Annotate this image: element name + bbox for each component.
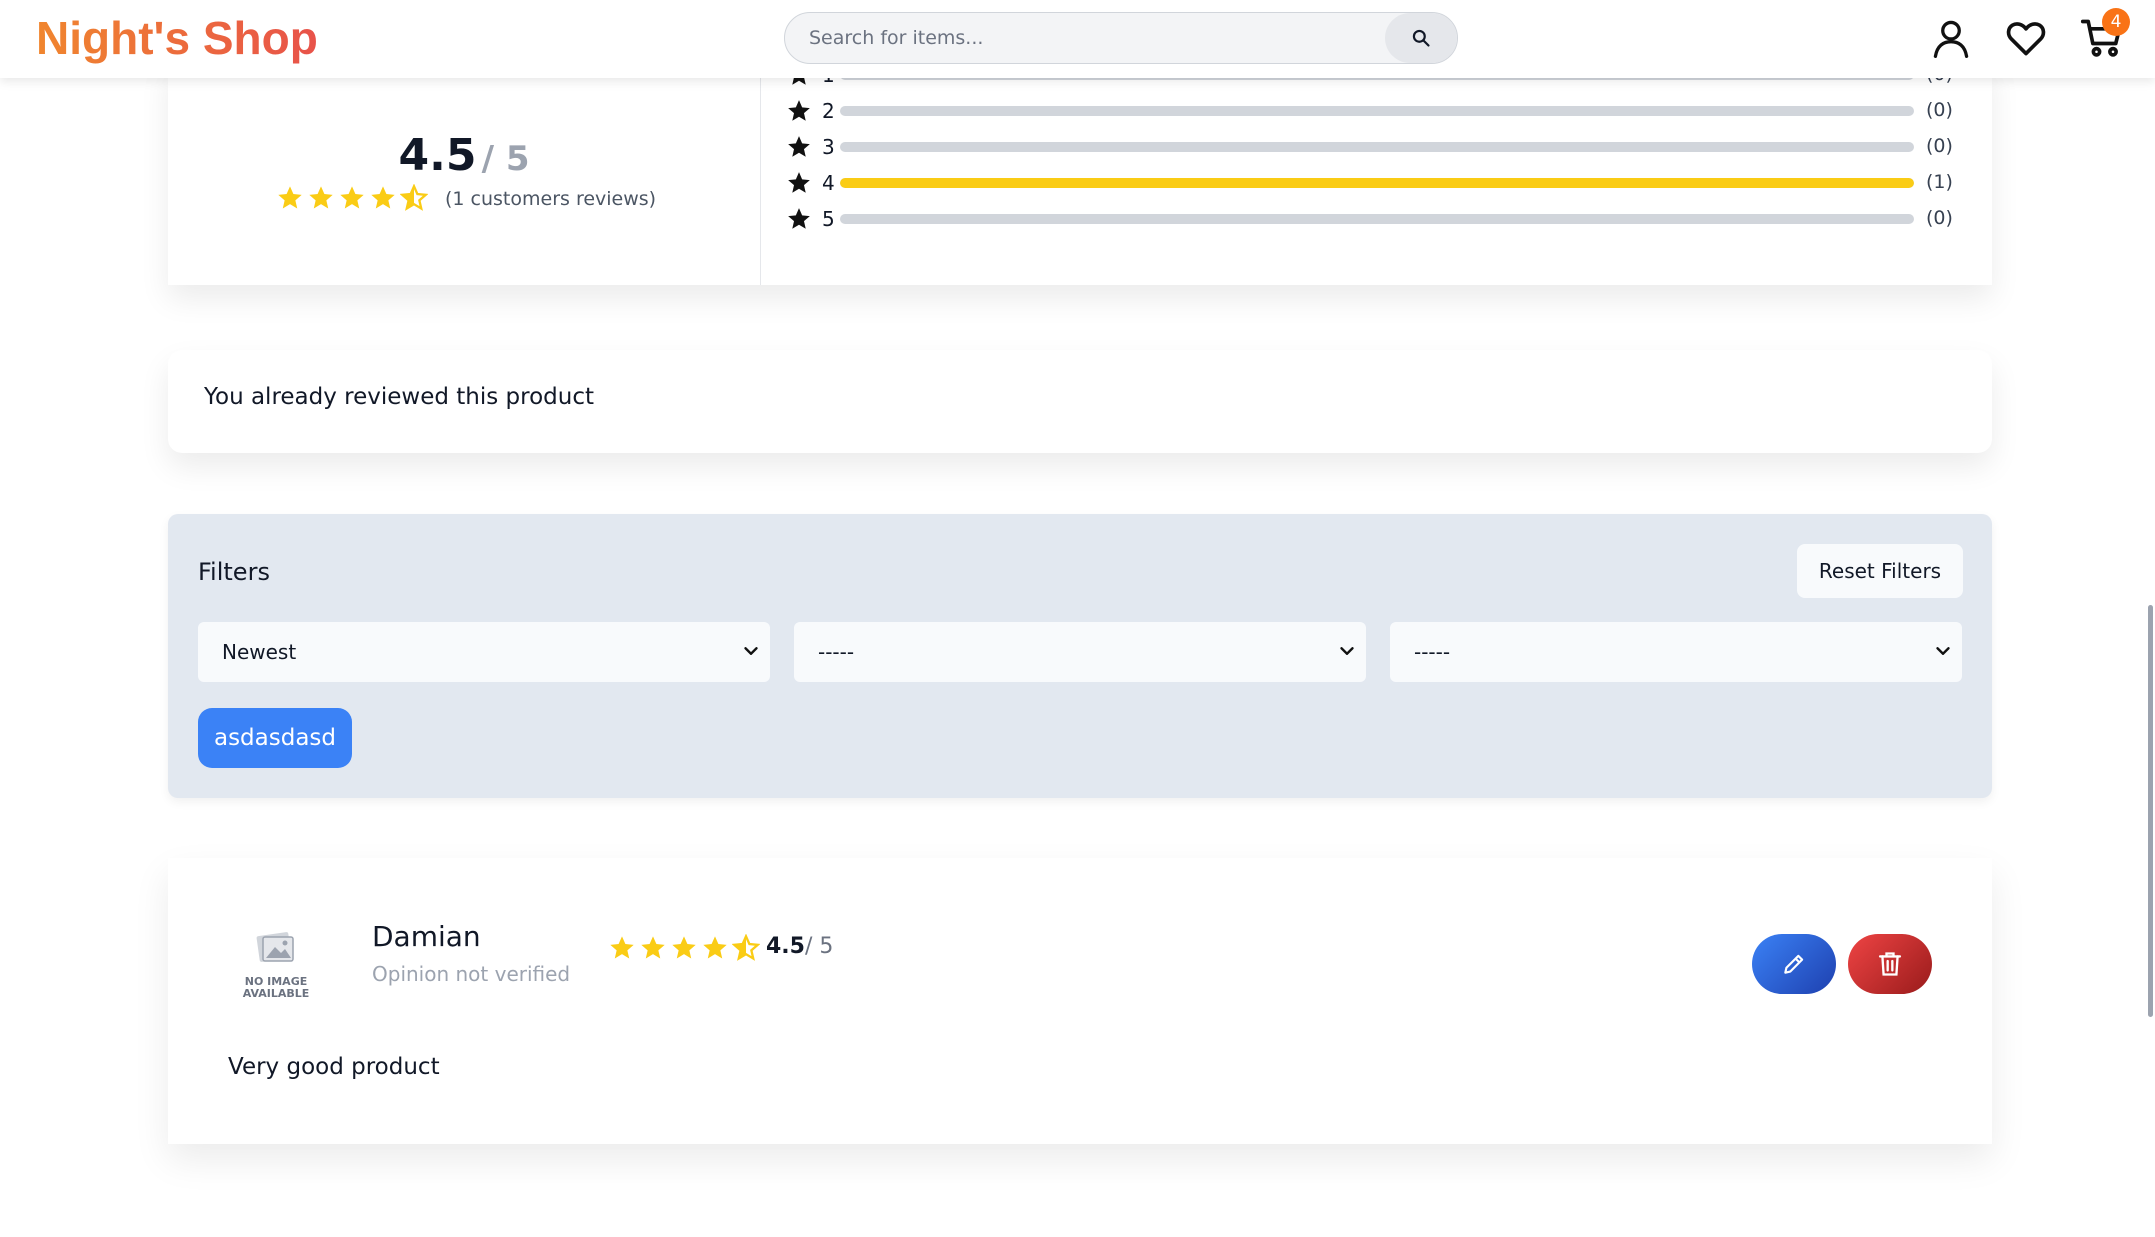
delete-review-button[interactable] — [1848, 934, 1932, 994]
star-full-icon — [309, 186, 333, 209]
star-full-icon — [610, 936, 634, 959]
shop-logo[interactable]: Night's Shop — [36, 10, 318, 66]
distribution-row: 4 (1) — [786, 168, 1986, 198]
filters-panel: Filters Reset Filters Newest ----- -----… — [168, 514, 1992, 798]
review-score: 4.5/ 5 — [766, 934, 833, 959]
distribution-bar — [840, 142, 1914, 152]
distribution-count: (0) — [1926, 99, 1953, 121]
no-image-label: NO IMAGE AVAILABLE — [242, 975, 310, 1000]
review-score-value: 4.5 — [766, 934, 805, 959]
star-full-icon — [703, 936, 727, 959]
avatar-placeholder: NO IMAGE AVAILABLE — [240, 928, 312, 1012]
chevron-down-icon — [1936, 647, 1950, 655]
star-icon — [788, 136, 810, 157]
chevron-down-icon — [1340, 647, 1354, 655]
search-input[interactable] — [785, 13, 1385, 63]
average-rating: 4.5 / 5 — [168, 130, 760, 181]
already-reviewed-notice: You already reviewed this product — [168, 350, 1992, 453]
user-icon[interactable] — [1929, 16, 1973, 60]
average-stars — [276, 184, 428, 212]
star-half-icon — [732, 934, 760, 961]
average-value: 4.5 — [398, 130, 477, 181]
distribution-star-label: 5 — [822, 207, 835, 231]
review-score-out-of: / 5 — [804, 934, 834, 959]
distribution-row: 3 (0) — [786, 132, 1986, 162]
star-full-icon — [371, 186, 395, 209]
review-text: Very good product — [228, 1054, 440, 1080]
distribution-star-label: 3 — [822, 135, 835, 159]
header: Night's Shop 4 — [0, 0, 2155, 78]
sort-select-value: Newest — [222, 640, 297, 664]
distribution-row: 2 (0) — [786, 96, 1986, 126]
image-placeholder-icon — [256, 932, 294, 962]
star-full-icon — [641, 936, 665, 959]
review-author: Damian — [372, 920, 481, 953]
review-stars — [608, 934, 760, 962]
verification-filter-value: ----- — [1414, 640, 1451, 664]
distribution-bar — [840, 178, 1914, 188]
cart-count-badge: 4 — [2102, 8, 2130, 36]
star-icon — [788, 208, 810, 229]
star-full-icon — [672, 936, 696, 959]
distribution-row: 5 (0) — [786, 204, 1986, 234]
edit-review-button[interactable] — [1752, 934, 1836, 994]
reset-filters-button[interactable]: Reset Filters — [1797, 544, 1963, 598]
distribution-count: (1) — [1926, 171, 1953, 193]
distribution-count: (0) — [1926, 207, 1953, 229]
trash-icon — [1878, 952, 1902, 976]
pencil-icon — [1784, 954, 1804, 974]
filters-title: Filters — [198, 558, 270, 586]
review-card: NO IMAGE AVAILABLE Damian Opinion not ve… — [168, 858, 1992, 1144]
verification-filter-select[interactable]: ----- — [1390, 622, 1962, 682]
active-filter-tag[interactable]: asdasdasd — [198, 708, 352, 768]
distribution-bar — [840, 106, 1914, 116]
star-full-icon — [278, 186, 302, 209]
sort-select[interactable]: Newest — [198, 622, 770, 682]
distribution-star-label: 2 — [822, 99, 835, 123]
star-half-icon — [400, 184, 428, 211]
summary-divider — [760, 60, 761, 285]
star-icon — [788, 100, 810, 121]
star-icon — [788, 172, 810, 193]
rating-filter-select[interactable]: ----- — [794, 622, 1366, 682]
search-button[interactable] — [1385, 13, 1457, 63]
distribution-bar-fill — [840, 178, 1914, 188]
rating-summary: 4.5 / 5 (1 customers reviews) 1(0)2(0)3(… — [168, 60, 1992, 285]
notice-text: You already reviewed this product — [204, 384, 595, 410]
search-icon — [1412, 29, 1430, 47]
distribution-bar — [840, 214, 1914, 224]
scrollbar[interactable] — [2148, 605, 2153, 1017]
average-out-of: / 5 — [481, 139, 530, 179]
reviews-count: (1 customers reviews) — [445, 188, 657, 210]
review-verification: Opinion not verified — [372, 962, 571, 986]
chevron-down-icon — [744, 647, 758, 655]
rating-filter-value: ----- — [818, 640, 855, 664]
distribution-count: (0) — [1926, 135, 1953, 157]
heart-icon[interactable] — [2004, 16, 2048, 60]
search-bar — [784, 12, 1458, 64]
star-full-icon — [340, 186, 364, 209]
distribution-star-label: 4 — [822, 171, 835, 195]
